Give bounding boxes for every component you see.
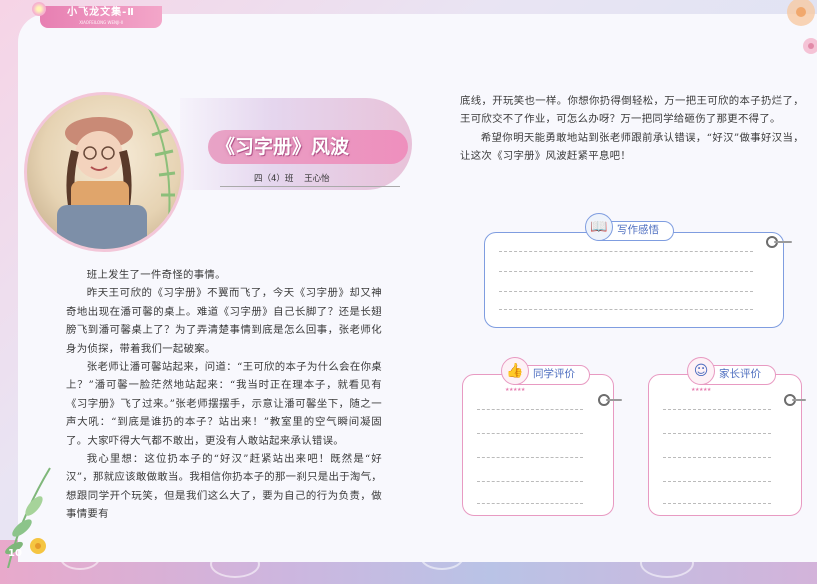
byline-divider	[220, 186, 400, 187]
series-header-tab: 小飞龙文集-Ⅱ XIAOFEILONG WENJI-Ⅱ	[40, 6, 162, 28]
writing-line	[663, 503, 771, 504]
writing-line	[663, 457, 771, 458]
left-column-text: 班上发生了一件奇怪的事情。 昨天王可欣的《习字册》不翼而飞了，今天《习字册》却又…	[66, 266, 382, 524]
book-icon: 📖	[585, 213, 613, 241]
smiley-icon: ☺	[687, 357, 715, 385]
binder-ring-bar	[792, 399, 806, 401]
writing-line	[499, 309, 753, 310]
writing-line	[499, 271, 753, 272]
writing-line	[663, 433, 771, 434]
writing-line	[663, 481, 771, 482]
paragraph: 我心里想：这位扔本子的“好汉”赶紧站出来吧！既然是“好汉”，那就应该敢做敢当。我…	[66, 453, 382, 521]
writing-line	[499, 251, 753, 252]
binder-ring-bar	[774, 241, 792, 243]
peer-evaluation-badge: 👍 同学评价 ★★★★★	[501, 357, 590, 393]
writing-reflection-badge: 📖 写作感悟	[585, 213, 674, 241]
article-title: 《习字册》风波	[216, 136, 350, 158]
page-number: 10	[8, 548, 22, 559]
rating-stars-icon: ★★★★★	[505, 387, 525, 393]
peer-evaluation-label: 同学评价	[533, 368, 575, 380]
paragraph: 底线，开玩笑也一样。你想你扔得倒轻松，万一把王可欣的本子扔烂了，王可欣交不了作业…	[460, 95, 804, 126]
author-name: 王心怡	[304, 174, 330, 184]
author-photo	[24, 92, 184, 252]
paragraph: 昨天王可欣的《习字册》不翼而飞了，今天《习字册》却又神奇地出现在潘可馨的桌上。难…	[66, 287, 382, 355]
peer-evaluation-card	[462, 374, 614, 516]
paragraph: 班上发生了一件奇怪的事情。	[86, 269, 226, 281]
rating-stars-icon: ★★★★★	[691, 387, 711, 393]
byline: 四（4）班 王心怡	[254, 172, 404, 184]
writing-line	[477, 409, 583, 410]
writing-line	[477, 503, 583, 504]
corner-flower-icon	[787, 0, 817, 54]
binder-ring-bar	[606, 399, 622, 401]
writing-reflection-label: 写作感悟	[617, 224, 659, 236]
writing-reflection-card	[484, 232, 784, 328]
writing-line	[477, 481, 583, 482]
class-label: 四（4）班	[254, 174, 294, 184]
parent-evaluation-label: 家长评价	[719, 368, 761, 380]
paragraph: 张老师让潘可馨站起来，问道：“王可欣的本子为什么会在你桌上？”潘可馨一脸茫然地站…	[66, 361, 382, 447]
writing-line	[663, 409, 771, 410]
paragraph: 希望你明天能勇敢地站到张老师跟前承认错误，“好汉”做事好汉当，让这次《习字册》风…	[460, 131, 804, 163]
series-title: 小飞龙文集-Ⅱ	[67, 7, 135, 18]
series-subtitle: XIAOFEILONG WENJI-Ⅱ	[79, 20, 123, 25]
writing-line	[499, 291, 753, 292]
thumbs-up-icon: 👍	[501, 357, 529, 385]
parent-evaluation-card	[648, 374, 802, 516]
writing-line	[477, 457, 583, 458]
parent-evaluation-badge: ☺ 家长评价 ★★★★★	[687, 357, 776, 393]
right-column-text: 底线，开玩笑也一样。你想你扔得倒轻松，万一把王可欣的本子扔烂了，王可欣交不了作业…	[460, 92, 804, 166]
writing-line	[477, 433, 583, 434]
header-flower-icon	[32, 2, 46, 16]
